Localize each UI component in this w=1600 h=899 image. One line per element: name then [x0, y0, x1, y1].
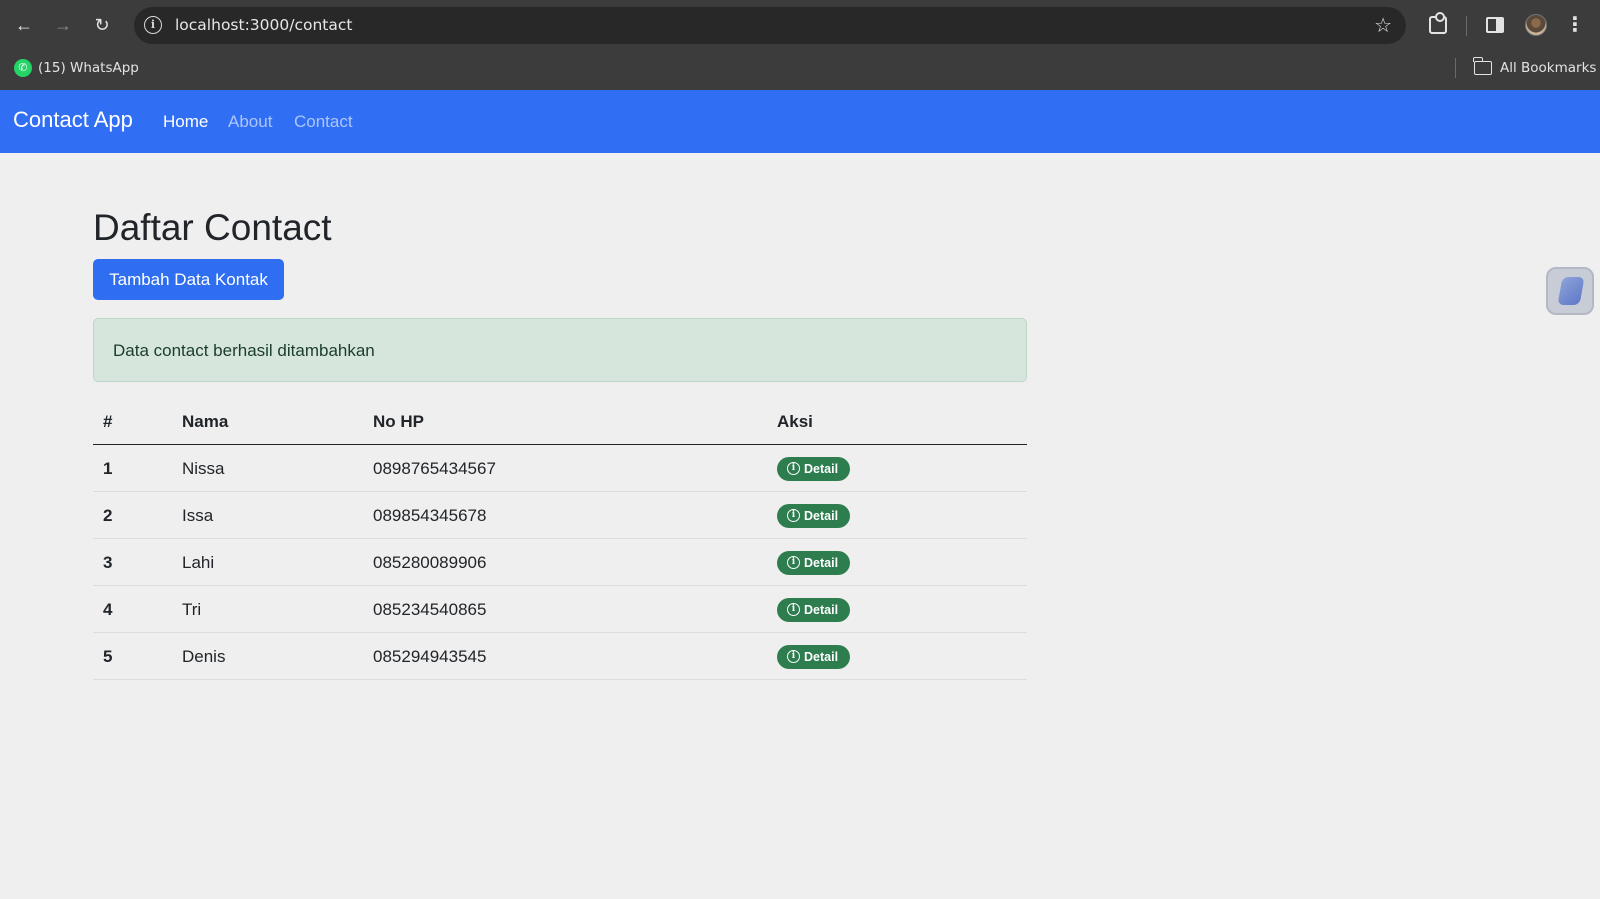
row-nama: Issa [182, 506, 214, 525]
url-text[interactable]: localhost:3000/contact [175, 16, 352, 34]
table-row: 5 Denis 085294943545 i Detail [93, 633, 1027, 680]
row-nama: Lahi [182, 553, 215, 572]
table-row: 4 Tri 085234540865 i Detail [93, 586, 1027, 633]
lightning-icon [1557, 277, 1585, 305]
bookmark-whatsapp[interactable]: (15) WhatsApp [38, 60, 139, 76]
add-contact-button[interactable]: Tambah Data Kontak [93, 259, 284, 300]
detail-button[interactable]: i Detail [777, 598, 850, 622]
table-row: 3 Lahi 085280089906 i Detail [93, 539, 1027, 586]
profile-avatar[interactable] [1525, 14, 1547, 36]
browser-menu-icon[interactable]: ⋮ [1565, 13, 1585, 37]
detail-label: Detail [804, 556, 839, 570]
row-no-hp: 085294943545 [373, 647, 487, 666]
alert-message: Data contact berhasil ditambahkan [113, 341, 375, 360]
header-aksi: Aksi [777, 412, 813, 431]
page-title: Daftar Contact [93, 207, 332, 248]
detail-button[interactable]: i Detail [777, 457, 850, 481]
navbar-brand[interactable]: Contact App [13, 107, 133, 133]
nav-link-contact[interactable]: Contact [294, 112, 353, 132]
table-row: 2 Issa 089854345678 i Detail [93, 492, 1027, 539]
reload-icon[interactable]: ↻ [90, 13, 114, 37]
whatsapp-icon[interactable]: ✆ [14, 59, 32, 77]
floating-extension-widget[interactable] [1546, 267, 1594, 315]
detail-label: Detail [804, 462, 839, 476]
row-no-hp: 089854345678 [373, 506, 487, 525]
row-no-hp: 0898765434567 [373, 459, 496, 478]
forward-arrow-icon[interactable]: → [51, 13, 75, 37]
detail-button[interactable]: i Detail [777, 551, 850, 575]
folder-icon[interactable] [1473, 57, 1492, 75]
row-nama: Denis [182, 647, 226, 666]
info-icon: i [787, 462, 800, 475]
row-nama: Nissa [182, 459, 225, 478]
header-no-hp: No HP [373, 412, 424, 431]
contact-table: # Nama No HP Aksi 1 Nissa 0898765434567 … [93, 400, 1027, 680]
success-alert: Data contact berhasil ditambahkan [93, 318, 1027, 382]
toolbar-divider [1466, 16, 1467, 36]
row-number: 3 [103, 553, 113, 572]
bookmarks-divider [1455, 58, 1456, 78]
table-row: 1 Nissa 0898765434567 i Detail [93, 445, 1027, 492]
info-icon: i [787, 556, 800, 569]
nav-link-home[interactable]: Home [163, 112, 208, 132]
info-icon: i [787, 650, 800, 663]
header-nama: Nama [182, 412, 229, 431]
row-no-hp: 085234540865 [373, 600, 487, 619]
row-number: 1 [103, 459, 113, 478]
detail-button[interactable]: i Detail [777, 504, 850, 528]
row-number: 2 [103, 506, 113, 525]
app-navbar: Contact App Home About Contact [0, 90, 1600, 153]
detail-label: Detail [804, 650, 839, 664]
table-header: # Nama No HP Aksi [93, 400, 1027, 445]
site-info-icon[interactable]: i [144, 16, 162, 34]
row-number: 5 [103, 647, 113, 666]
extensions-icon[interactable] [1429, 12, 1447, 34]
nav-link-about[interactable]: About [228, 112, 272, 132]
bookmark-star-icon[interactable]: ☆ [1374, 13, 1392, 38]
bookmarks-bar: ✆ (15) WhatsApp All Bookmarks [0, 50, 1600, 90]
detail-button[interactable]: i Detail [777, 645, 850, 669]
detail-label: Detail [804, 509, 839, 523]
row-number: 4 [103, 600, 113, 619]
back-arrow-icon[interactable]: ← [12, 13, 36, 37]
address-bar[interactable]: i localhost:3000/contact ☆ [134, 7, 1406, 44]
row-no-hp: 085280089906 [373, 553, 487, 572]
browser-toolbar: ← → ↻ i localhost:3000/contact ☆ ⋮ [0, 0, 1600, 50]
row-nama: Tri [182, 600, 202, 619]
info-icon: i [787, 509, 800, 522]
side-panel-icon[interactable] [1486, 17, 1504, 33]
info-icon: i [787, 603, 800, 616]
header-number: # [103, 412, 113, 431]
detail-label: Detail [804, 603, 839, 617]
all-bookmarks-button[interactable]: All Bookmarks [1500, 60, 1596, 76]
